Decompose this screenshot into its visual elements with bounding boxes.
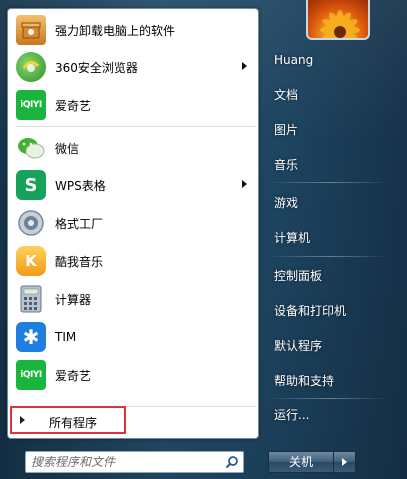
program-label: TIM <box>55 330 77 344</box>
triangle-right-icon <box>20 416 25 424</box>
divider <box>16 126 256 127</box>
right-item-default-programs[interactable]: 默认程序 <box>264 333 364 359</box>
right-item-documents[interactable]: 文档 <box>264 82 364 108</box>
program-label: 酷我音乐 <box>55 254 104 269</box>
program-label: 微信 <box>55 141 80 156</box>
programs-panel: 强力卸载电脑上的软件 360安全浏览器 iQIYI 爱奇艺 微信 S WPS表格… <box>7 8 259 439</box>
program-item-wps-spreadsheet[interactable]: S WPS表格 <box>11 167 255 203</box>
all-programs-label: 所有程序 <box>49 416 98 430</box>
right-item-run[interactable]: 运行... <box>264 402 364 428</box>
program-item-tim[interactable]: ✱ TIM <box>11 319 255 355</box>
iqiyi-icon: iQIYI <box>16 360 46 390</box>
program-item-format-factory[interactable]: 格式工厂 <box>11 205 255 241</box>
right-item-devices-printers[interactable]: 设备和打印机 <box>264 298 364 324</box>
program-label: 强力卸载电脑上的软件 <box>55 23 176 38</box>
right-item-help-support[interactable]: 帮助和支持 <box>264 368 364 394</box>
program-item-iqiyi[interactable]: iQIYI 爱奇艺 <box>11 357 255 393</box>
program-item-kuwo-music[interactable]: K 酷我音乐 <box>11 243 255 279</box>
format-factory-icon <box>16 208 46 238</box>
program-label: WPS表格 <box>55 178 106 193</box>
search-box[interactable] <box>25 451 244 473</box>
program-item-calculator[interactable]: 计算器 <box>11 281 255 317</box>
program-label: 格式工厂 <box>55 216 104 231</box>
right-item-games[interactable]: 游戏 <box>264 190 364 216</box>
360-browser-icon <box>16 52 46 82</box>
iqiyi-icon: iQIYI <box>16 90 46 120</box>
wechat-icon <box>16 133 46 163</box>
program-label: 计算器 <box>55 292 92 307</box>
user-name-link[interactable]: Huang <box>264 47 364 73</box>
search-icon[interactable] <box>225 455 239 469</box>
calculator-icon <box>16 284 46 314</box>
program-label: 爱奇艺 <box>55 368 92 383</box>
program-label: 360安全浏览器 <box>55 60 138 75</box>
shutdown-button[interactable]: 关机 <box>268 451 334 473</box>
shutdown-options-button[interactable] <box>334 451 356 473</box>
divider <box>268 256 390 257</box>
chevron-right-icon <box>242 180 247 188</box>
program-item-wechat[interactable]: 微信 <box>11 130 255 166</box>
program-item-iqiyi[interactable]: iQIYI 爱奇艺 <box>11 87 255 123</box>
uninstall-box-icon <box>16 15 46 45</box>
program-label: 爱奇艺 <box>55 98 92 113</box>
search-input[interactable] <box>31 454 221 470</box>
flower-picture-icon <box>320 10 360 38</box>
user-avatar[interactable] <box>306 0 370 40</box>
kuwo-music-icon: K <box>16 246 46 276</box>
chevron-right-icon <box>242 62 247 70</box>
right-item-computer[interactable]: 计算机 <box>264 225 364 251</box>
program-item-uninstaller[interactable]: 强力卸载电脑上的软件 <box>11 12 255 48</box>
all-programs-button[interactable]: 所有程序 <box>10 406 126 434</box>
wps-spreadsheet-icon: S <box>16 170 46 200</box>
divider <box>268 182 390 183</box>
right-item-pictures[interactable]: 图片 <box>264 117 364 143</box>
right-item-control-panel[interactable]: 控制面板 <box>264 263 364 289</box>
divider <box>268 398 390 399</box>
program-item-360-browser[interactable]: 360安全浏览器 <box>11 49 255 85</box>
tim-icon: ✱ <box>16 322 46 352</box>
triangle-right-icon <box>342 458 347 466</box>
right-item-music[interactable]: 音乐 <box>264 152 364 178</box>
